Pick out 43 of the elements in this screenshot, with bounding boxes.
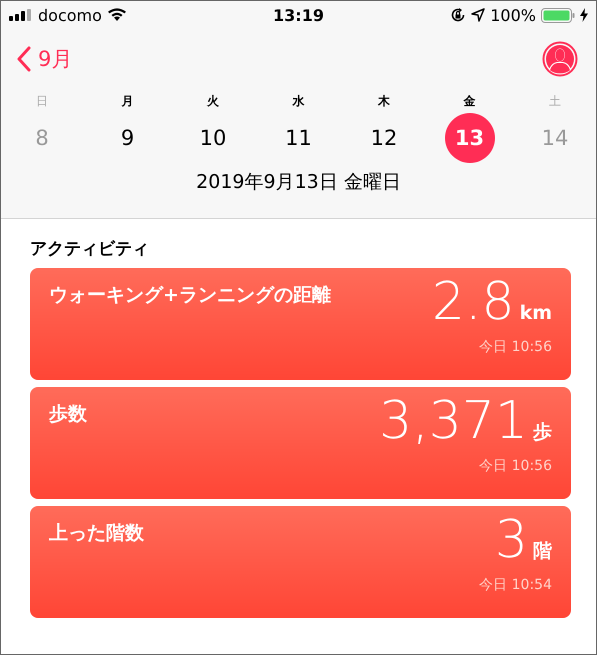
battery-icon [541, 8, 575, 22]
activity-card[interactable]: ウォーキング+ランニングの距離 2.8 km 今日 10:56 [30, 268, 571, 380]
day-button[interactable]: 8 [17, 113, 67, 163]
weekday-label: 金 [464, 93, 476, 110]
selected-date: 2019年9月13日 金曜日 [195, 170, 402, 195]
card-title: ウォーキング+ランニングの距離 [49, 283, 331, 308]
signal-icon [9, 9, 33, 21]
day-button[interactable]: 13 [444, 113, 494, 163]
activity-card[interactable]: 上った階数 3 階 今日 10:54 [30, 506, 571, 618]
day-button[interactable]: 12 [359, 113, 409, 163]
card-unit: km [520, 302, 552, 324]
location-arrow-icon [471, 8, 486, 22]
day-button[interactable]: 9 [102, 113, 152, 163]
card-time: 今日 10:56 [479, 338, 552, 356]
profile-icon[interactable] [542, 41, 578, 77]
card-unit: 歩 [533, 420, 552, 445]
card-value: 3 [494, 509, 528, 572]
card-value: 3,371 [379, 390, 528, 453]
status-time: 13:19 [273, 6, 324, 24]
weekday-label: 木 [378, 93, 390, 110]
card-title: 歩数 [49, 402, 87, 427]
day-button[interactable]: 10 [188, 113, 238, 163]
wifi-icon [106, 8, 127, 22]
weekday-label: 土 [549, 93, 561, 110]
card-time: 今日 10:54 [479, 576, 552, 594]
battery-percent: 100% [490, 6, 536, 24]
card-unit: 階 [533, 539, 552, 564]
weekday-label: 火 [207, 93, 219, 110]
card-time: 今日 10:56 [479, 457, 552, 475]
section-title: アクティビティ [30, 238, 150, 261]
weekday-label: 日 [36, 93, 48, 110]
activity-card[interactable]: 歩数 3,371 歩 今日 10:56 [30, 387, 571, 499]
weekday-label: 月 [122, 93, 134, 110]
chevron-left-icon [17, 46, 31, 72]
day-button[interactable]: 14 [530, 113, 580, 163]
charging-bolt-icon [580, 8, 588, 22]
carrier-name: docomo [38, 6, 102, 24]
back-button[interactable]: 9月 [17, 45, 72, 73]
day-button[interactable]: 11 [274, 113, 324, 163]
weekday-label: 水 [292, 93, 304, 110]
card-value: 2.8 [432, 271, 515, 334]
card-title: 上った階数 [49, 521, 144, 546]
rotation-lock-icon [450, 7, 466, 23]
